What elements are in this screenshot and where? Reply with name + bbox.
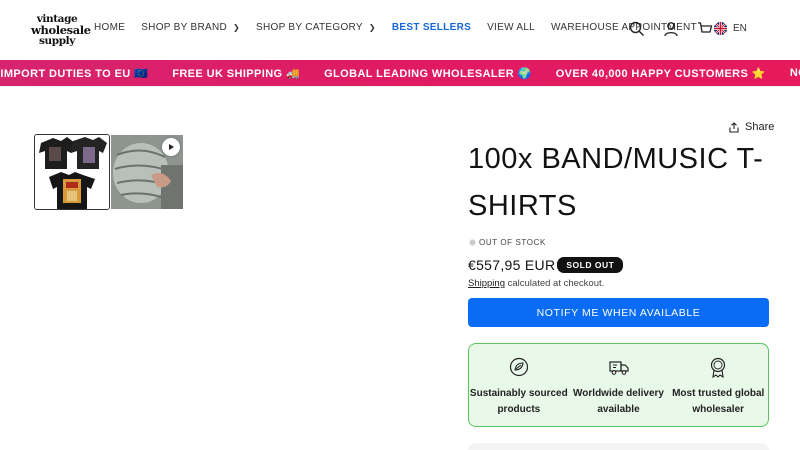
collapsible-panel[interactable]: [468, 443, 769, 450]
feature-delivery: Worldwide delivery available: [569, 344, 669, 426]
stock-status: OUT OF STOCK: [469, 238, 546, 247]
shipping-link[interactable]: Shipping: [468, 278, 505, 289]
nav-label: HOME: [94, 22, 126, 33]
feature-trusted: Most trusted global wholesaler: [668, 344, 768, 426]
stock-indicator-icon: [469, 239, 476, 246]
logo-line-3: supply: [39, 35, 75, 47]
site-logo[interactable]: vintage wholesale supply: [31, 14, 91, 47]
chevron-down-icon: ❯: [368, 23, 376, 32]
announcement-item: FREE UK SHIPPING 🚚: [172, 67, 301, 80]
feature-text-line: Sustainably sourced: [469, 388, 568, 399]
nav-label: BEST SELLERS: [391, 22, 472, 33]
award-badge-icon: [711, 357, 726, 378]
nav-item-shop-by-category[interactable]: SHOP BY CATEGORY ❯: [256, 22, 376, 33]
sustainable-icon: [509, 357, 528, 377]
feature-text-line: Most trusted global: [672, 388, 765, 399]
announcement-item: GLOBAL LEADING WHOLESALER 🌍: [324, 67, 532, 80]
feature-text-line: wholesaler: [692, 404, 745, 415]
share-button[interactable]: Share: [729, 121, 774, 133]
product-thumbnail-2[interactable]: [111, 135, 183, 209]
feature-text-line: products: [497, 404, 541, 415]
feature-sustainable: Sustainably sourced products: [469, 344, 569, 426]
language-selector[interactable]: EN: [714, 22, 747, 35]
feature-text-line: Worldwide delivery: [573, 388, 664, 399]
nav-item-home[interactable]: HOME: [94, 22, 125, 33]
product-thumbnail-1[interactable]: [34, 134, 110, 210]
cart-icon[interactable]: [695, 19, 715, 39]
nav-item-view-all[interactable]: VIEW ALL: [487, 22, 535, 33]
account-icon[interactable]: [661, 19, 681, 39]
announcement-track: O IMPORT DUTIES TO EU 🇪🇺 FREE UK SHIPPIN…: [0, 60, 800, 86]
shipping-info: Shipping calculated at checkout.: [468, 278, 604, 289]
product-price: €557,95 EUR: [468, 257, 556, 273]
nav-label: VIEW ALL: [487, 22, 536, 33]
delivery-truck-icon: [608, 361, 629, 375]
announcement-item: NO IMPORT DUTIES TO EU: [789, 67, 800, 79]
play-video-icon[interactable]: [162, 138, 180, 156]
product-title: 100x BAND/MUSIC T-SHIRTS: [468, 143, 764, 222]
header-divider: [0, 86, 800, 87]
features-box: Sustainably sourced products Worldwide de…: [468, 343, 769, 427]
site-header: vintage wholesale supply HOME SHOP BY BR…: [0, 0, 800, 60]
notify-me-button[interactable]: NOTIFY ME WHEN AVAILABLE: [468, 298, 769, 327]
share-icon: [729, 121, 739, 133]
tshirt-photo: [35, 135, 109, 209]
feature-text-line: available: [597, 404, 640, 415]
announcement-item: O IMPORT DUTIES TO EU 🇪🇺: [0, 67, 149, 80]
share-label: Share: [745, 121, 775, 133]
price-row: €557,95 EUR SOLD OUT: [468, 257, 624, 273]
language-code: EN: [733, 23, 747, 34]
chevron-down-icon: ❯: [232, 23, 240, 32]
announcement-item: OVER 40,000 HAPPY CUSTOMERS ⭐: [555, 67, 766, 80]
nav-label: SHOP BY CATEGORY: [256, 22, 363, 33]
search-icon[interactable]: [627, 19, 647, 39]
stock-status-text: OUT OF STOCK: [479, 238, 546, 247]
announcement-bar: O IMPORT DUTIES TO EU 🇪🇺 FREE UK SHIPPIN…: [0, 60, 800, 86]
nav-label: SHOP BY BRAND: [141, 22, 227, 33]
sold-out-badge: SOLD OUT: [557, 257, 624, 273]
shipping-text: calculated at checkout.: [504, 278, 605, 289]
header-icons: [627, 19, 715, 39]
main-nav: HOME SHOP BY BRAND ❯ SHOP BY CATEGORY ❯ BE…: [94, 22, 697, 33]
nav-item-shop-by-brand[interactable]: SHOP BY BRAND ❯: [141, 22, 240, 33]
uk-flag-icon: [714, 22, 727, 35]
nav-item-best-sellers[interactable]: BEST SELLERS: [392, 22, 471, 33]
